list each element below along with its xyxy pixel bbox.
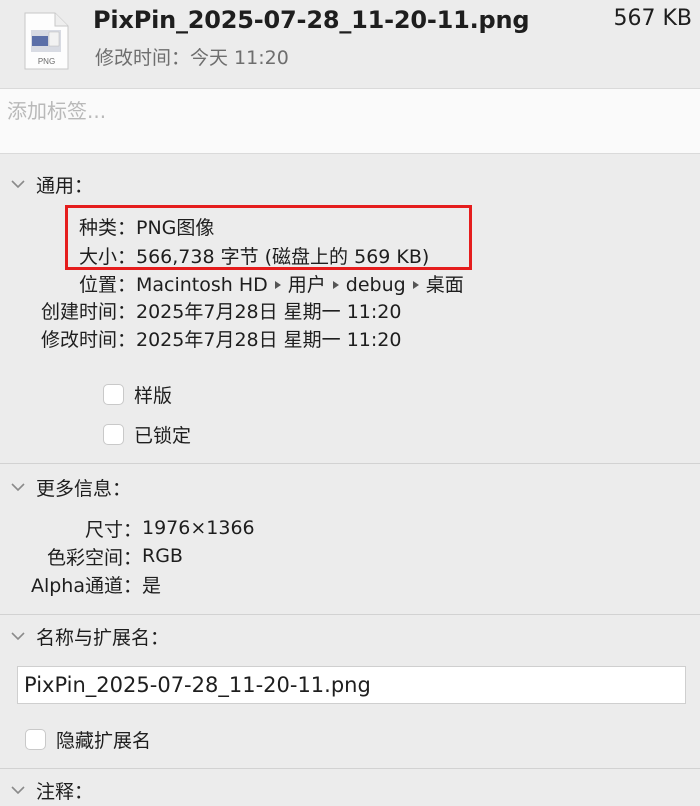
chevron-down-icon <box>11 483 25 492</box>
stationery-label: 样版 <box>134 384 173 407</box>
hide-extension-checkbox[interactable]: 隐藏扩展名 <box>25 726 151 752</box>
stationery-box[interactable] <box>103 383 124 405</box>
path-segment-users[interactable]: 用户 <box>288 274 326 296</box>
path-segment-debug[interactable]: debug <box>346 274 406 296</box>
alpha-row: Alpha通道：是 <box>0 571 161 597</box>
where-path: Macintosh HD 用户 debug 桌面 <box>136 270 464 297</box>
chevron-down-icon <box>11 180 25 189</box>
dimensions-value: 1976×1366 <box>142 517 255 539</box>
name-field[interactable] <box>17 666 686 704</box>
divider <box>0 614 700 615</box>
path-segment-disk[interactable]: Macintosh HD <box>136 274 268 296</box>
file-size: 567 KB <box>613 6 692 31</box>
name-ext-title: 名称与扩展名： <box>36 626 170 649</box>
hide-extension-label: 隐藏扩展名 <box>56 729 152 752</box>
divider <box>0 768 700 769</box>
dimensions-row: 尺寸： 1976×1366 <box>0 515 255 541</box>
chevron-down-icon <box>11 786 25 795</box>
locked-label: 已锁定 <box>134 424 192 447</box>
file-name: PixPin_2025-07-28_11-20-11.png <box>93 6 530 34</box>
created-row: 创建时间： 2025年7月28日 星期一 11:20 <box>0 297 401 323</box>
where-row: 位置： Macintosh HD 用户 debug 桌面 <box>0 270 464 296</box>
locked-checkbox[interactable]: 已锁定 <box>103 421 191 447</box>
alpha-label: Alpha通道： <box>30 574 142 597</box>
highlight-box <box>65 205 472 270</box>
header-modified-value: 今天 11:20 <box>190 47 289 69</box>
dimensions-label: 尺寸： <box>84 518 142 541</box>
general-title: 通用： <box>36 174 94 197</box>
color-space-value: RGB <box>142 545 183 567</box>
where-label: 位置： <box>78 273 136 296</box>
modified-row: 修改时间： 2025年7月28日 星期一 11:20 <box>0 325 401 351</box>
more-info-section-header[interactable]: 更多信息： <box>8 474 131 500</box>
icon-caption: PNG <box>38 57 55 66</box>
tags-field[interactable]: 添加标签... <box>0 88 700 154</box>
more-info-title: 更多信息： <box>36 477 132 500</box>
color-space-row: 色彩空间： RGB <box>0 543 183 569</box>
comments-title: 注释： <box>36 780 94 803</box>
header-modified: 修改时间：今天 11:20 <box>95 43 289 70</box>
created-value: 2025年7月28日 星期一 11:20 <box>136 300 402 323</box>
modified-value: 2025年7月28日 星期一 11:20 <box>136 328 402 351</box>
comments-section-header[interactable]: 注释： <box>8 777 93 803</box>
path-segment-desktop[interactable]: 桌面 <box>426 274 464 296</box>
general-section-header[interactable]: 通用： <box>8 171 93 197</box>
name-input[interactable] <box>18 667 685 703</box>
color-space-label: 色彩空间： <box>46 546 142 569</box>
path-arrow-icon <box>332 281 339 289</box>
modified-label: 修改时间： <box>40 328 136 351</box>
alpha-value: 是 <box>142 574 162 597</box>
created-label: 创建时间： <box>40 300 136 323</box>
stationery-checkbox[interactable]: 样版 <box>103 381 172 407</box>
path-arrow-icon <box>274 281 281 289</box>
chevron-down-icon <box>11 632 25 641</box>
tags-placeholder: 添加标签... <box>7 99 107 123</box>
png-file-icon: PNG <box>23 12 69 70</box>
hide-extension-box[interactable] <box>25 728 46 750</box>
locked-box[interactable] <box>103 423 124 445</box>
path-arrow-icon <box>412 281 419 289</box>
name-ext-section-header[interactable]: 名称与扩展名： <box>8 623 169 649</box>
divider <box>0 463 700 464</box>
header-modified-label: 修改时间： <box>95 47 191 69</box>
